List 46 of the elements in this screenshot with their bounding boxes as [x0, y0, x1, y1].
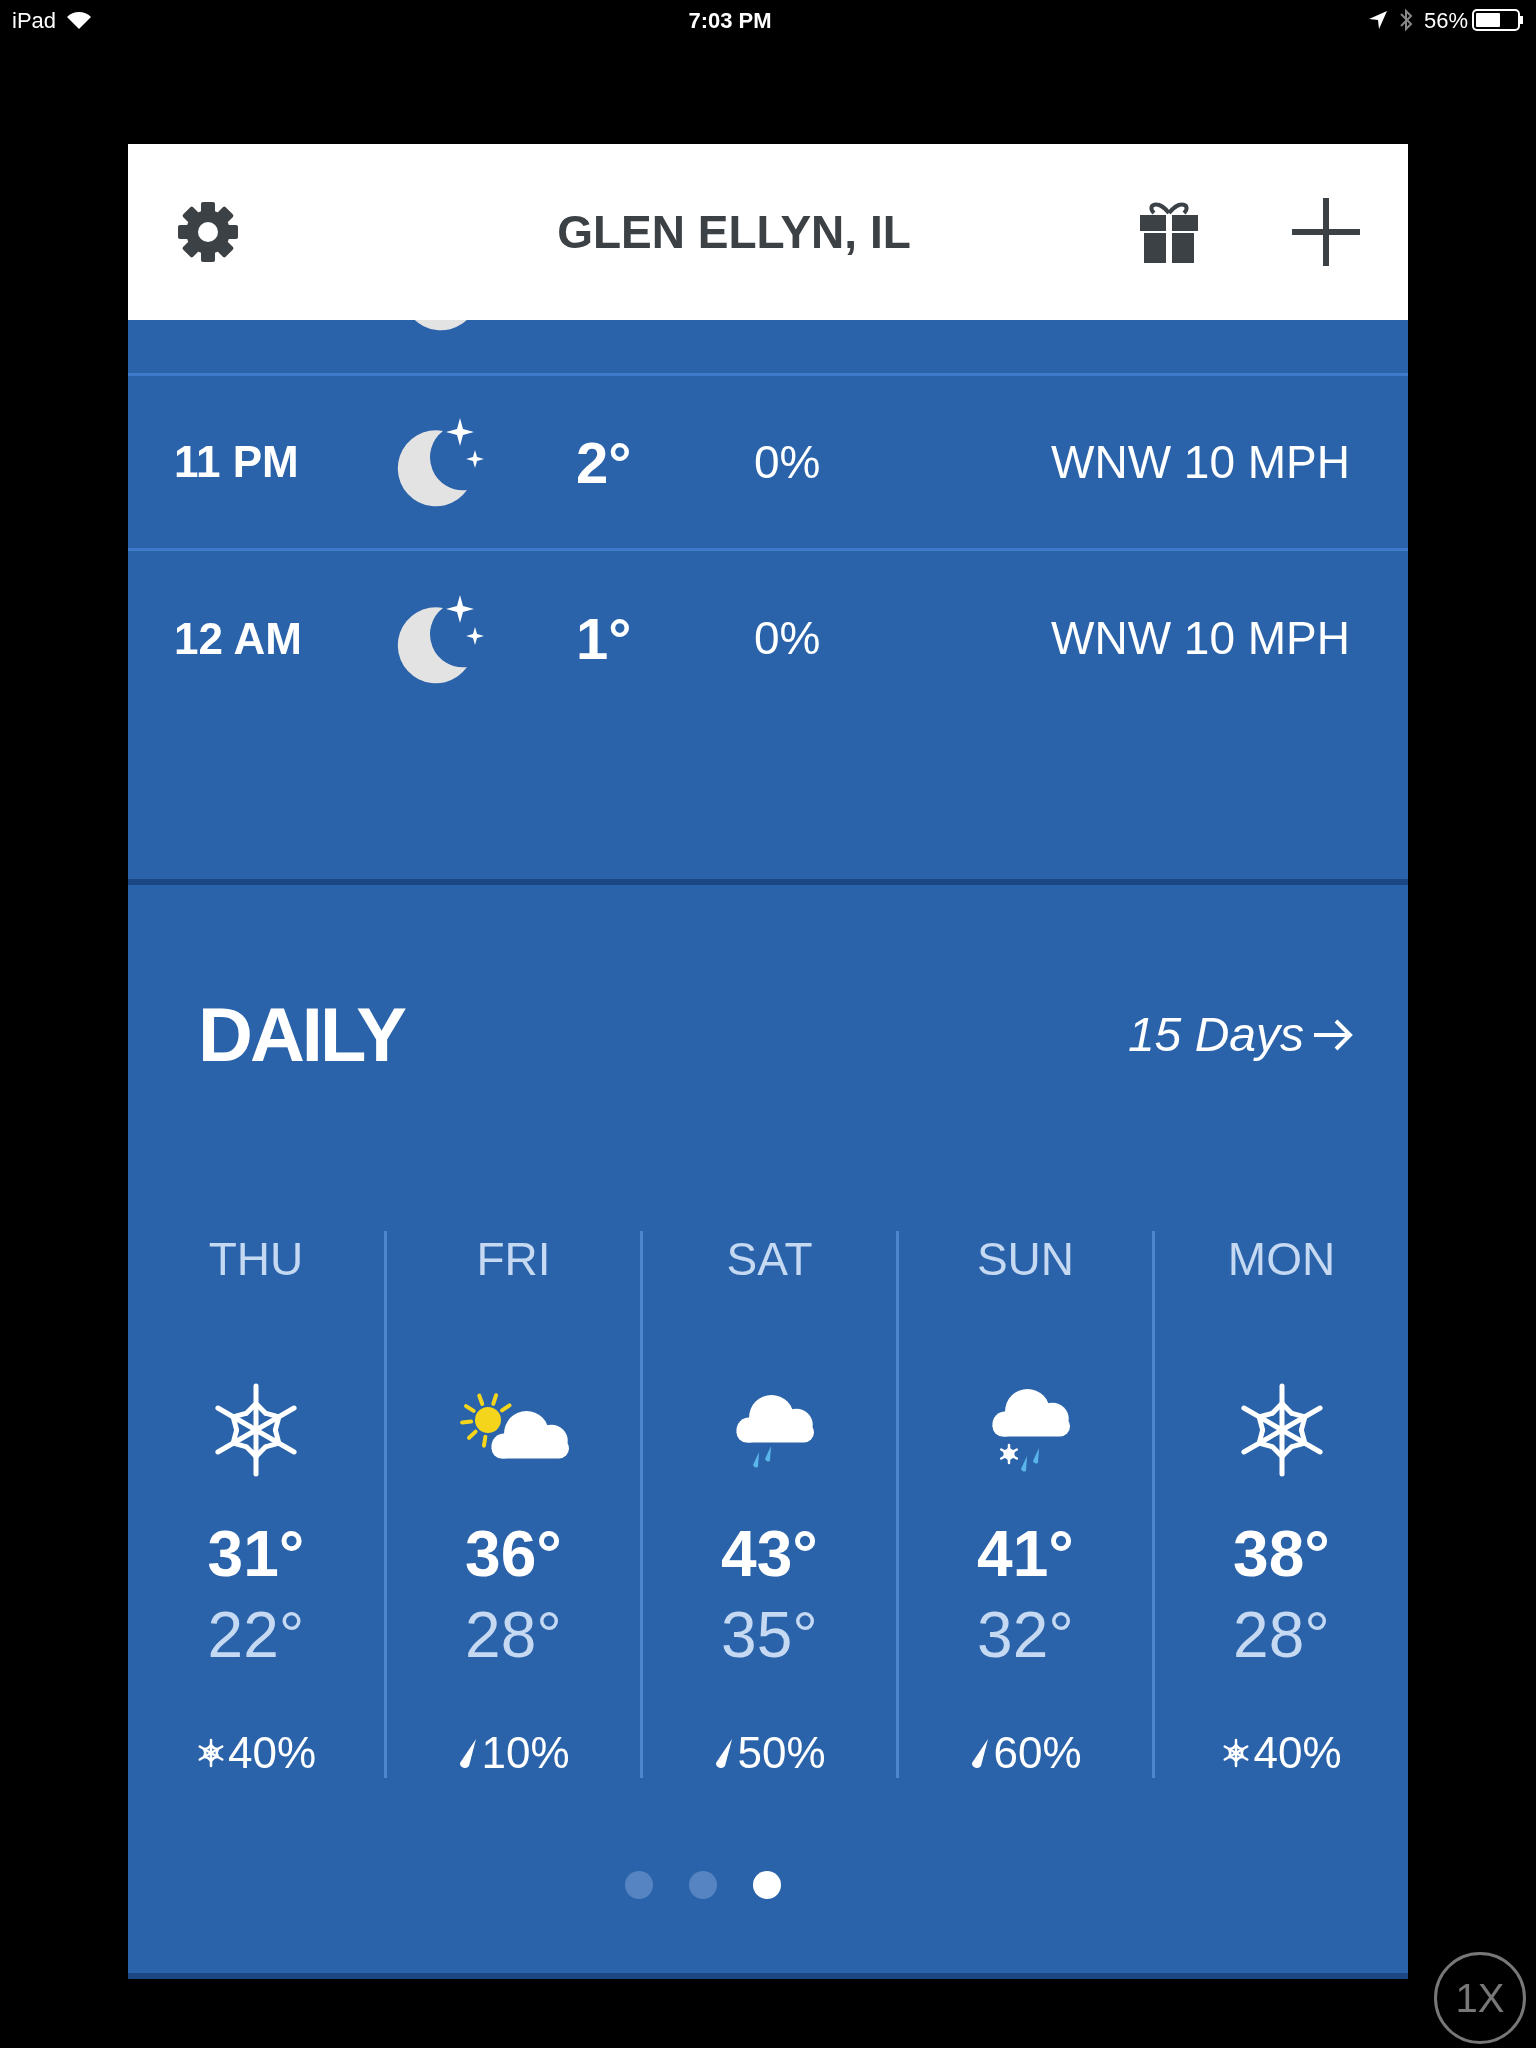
low-temp: 22° — [207, 1600, 305, 1670]
high-temp: 31° — [207, 1519, 305, 1589]
high-temp: 41° — [977, 1519, 1074, 1589]
page-dot[interactable] — [625, 1871, 653, 1899]
bluetooth-icon — [1397, 7, 1414, 33]
wifi-icon — [66, 10, 93, 30]
precip-chance: 10% — [481, 1728, 570, 1778]
precip-chance: 40% — [1253, 1728, 1342, 1778]
low-temp: 35° — [721, 1600, 818, 1670]
precip-chance: 0% — [754, 611, 821, 666]
wind-speed: WNW 10 MPH — [1051, 434, 1350, 490]
precip-chance: 60% — [993, 1728, 1082, 1778]
low-temp: 32° — [977, 1600, 1074, 1670]
hour-label: 12 AM — [174, 612, 303, 665]
page-dot[interactable] — [753, 1871, 781, 1899]
location-title: GLEN ELLYN, IL — [556, 204, 912, 260]
precip-chance: 0% — [754, 434, 821, 490]
precip-chance: 40% — [227, 1728, 317, 1778]
temperature: 2° — [576, 428, 633, 497]
add-button[interactable] — [1290, 196, 1362, 268]
battery-percent: 56% — [1423, 6, 1468, 35]
zoom-button[interactable]: 1X — [1434, 1952, 1526, 2044]
plus-icon — [1290, 196, 1362, 268]
day-label: SAT — [726, 1232, 813, 1287]
day-label: MON — [1227, 1232, 1336, 1287]
precip-chance: 50% — [737, 1728, 826, 1778]
location-arrow-icon — [1367, 10, 1388, 30]
hour-label: 11 PM — [174, 436, 300, 488]
days-link[interactable]: 15 Days — [1127, 999, 1356, 1071]
day-label: SUN — [976, 1232, 1075, 1287]
low-temp: 28° — [465, 1600, 562, 1670]
device-label: iPad — [12, 6, 57, 35]
wind-speed: WNW 10 MPH — [1051, 611, 1350, 666]
settings-button[interactable] — [176, 200, 240, 264]
day-label: THU — [208, 1232, 304, 1287]
day-label: FRI — [476, 1232, 551, 1287]
clock-label: 7:03 PM — [688, 6, 772, 35]
temperature: 1° — [576, 605, 633, 673]
high-temp: 38° — [1233, 1519, 1330, 1589]
low-temp: 28° — [1233, 1600, 1330, 1670]
high-temp: 36° — [465, 1519, 562, 1589]
page-dot[interactable] — [689, 1871, 717, 1899]
high-temp: 43° — [721, 1519, 818, 1589]
section-title: DAILY — [198, 991, 405, 1079]
settings-icon — [176, 200, 240, 264]
battery-icon — [1472, 9, 1524, 31]
